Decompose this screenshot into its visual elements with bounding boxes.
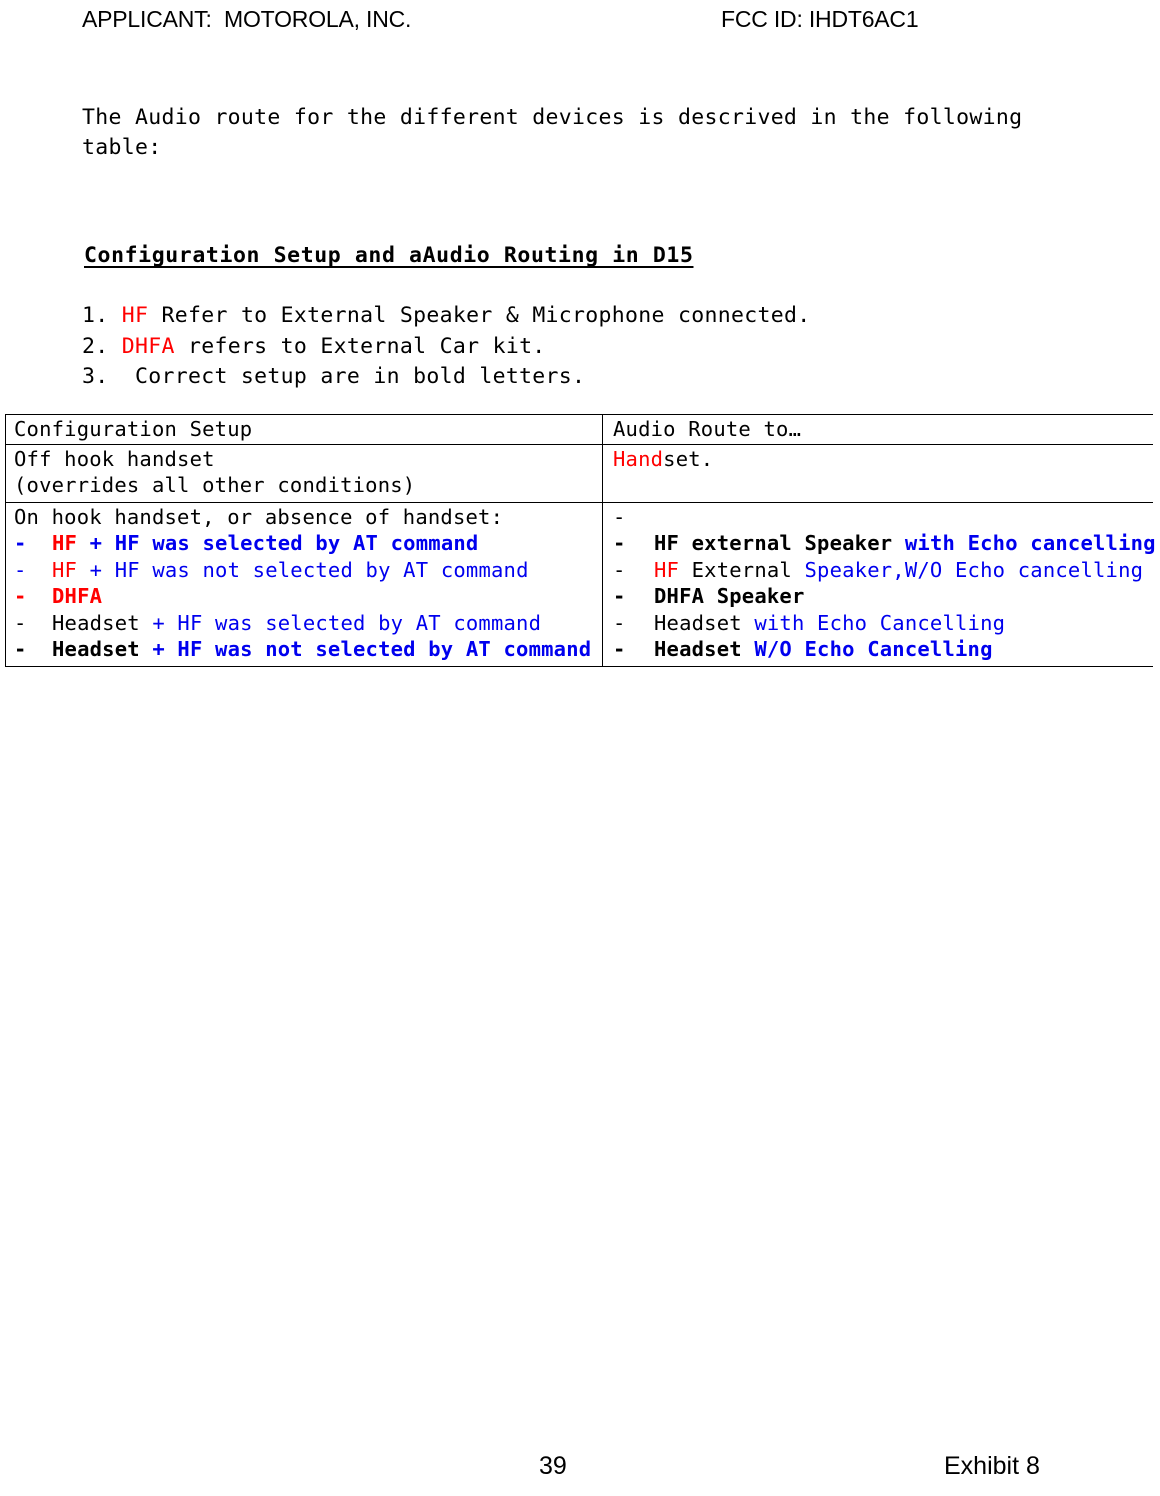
bullet-text-segment: W/O Echo Cancelling: [741, 637, 993, 661]
bullet-dash-icon: -: [613, 584, 626, 608]
bullet-dash-icon: -: [613, 557, 626, 582]
note-item: 2. DHFA refers to External Car kit.: [82, 332, 810, 363]
bullet-text-segment: Headset: [654, 637, 742, 661]
note-item: 3. Correct setup are in bold letters.: [82, 362, 810, 393]
bullet-text-segment: HF: [52, 557, 78, 582]
bullet-dash-icon: -: [613, 637, 626, 661]
note-text: Refer to External Speaker & Microphone c…: [148, 303, 811, 328]
intro-paragraph: The Audio route for the different device…: [82, 105, 1036, 160]
page-header: APPLICANT: MOTOROLA, INC. FCC ID: IHDT6A…: [0, 6, 1160, 42]
bullet-text-segment: with Echo cancelling: [892, 531, 1156, 555]
bullet-item: - Headset with Echo Cancelling: [613, 610, 1153, 637]
bullet-text-segment: HF: [52, 531, 78, 555]
offhook-line-1: Off hook handset: [14, 446, 215, 471]
note-number: 1.: [82, 303, 122, 328]
onhook-configuration-bullets: - HF + HF was selected by AT command - HF +…: [14, 530, 602, 663]
note-text: Correct setup are in bold letters.: [121, 364, 586, 389]
table-header-row: Configuration Setup Audio Route to…: [5, 414, 1153, 445]
bullet-text-segment: + HF was selected by AT command: [77, 531, 479, 555]
bullet-item: -: [613, 504, 1153, 531]
bullet-text-segment: DHFA: [52, 584, 103, 608]
bullet-dash-icon: -: [14, 610, 27, 635]
note-keyword: HF: [121, 303, 149, 328]
bullet-text-segment: + HF was not selected by AT command: [139, 637, 592, 661]
offhook-route-cell: Handset.: [602, 443, 1153, 503]
bullet-text-segment: HF: [654, 557, 680, 582]
bullet-dash-icon: -: [14, 557, 27, 582]
bullet-text-segment: + HF was not selected by AT command: [77, 557, 529, 582]
offhook-configuration-cell: Off hook handset (overrides all other co…: [5, 443, 603, 503]
note-number: 2.: [82, 333, 122, 359]
bullet-dash-icon: -: [14, 584, 27, 608]
bullet-text-segment: + HF was selected by AT command: [139, 610, 542, 635]
bullet-text-segment: Headset: [52, 637, 140, 661]
audio-routing-table: Configuration Setup Audio Route to… Off …: [5, 414, 1156, 667]
bullet-item: - Headset + HF was selected by AT command: [14, 610, 602, 637]
page-footer: 39 Exhibit 8: [0, 1452, 1160, 1492]
bullet-item: - HF + HF was selected by AT command: [14, 530, 602, 557]
offhook-route-text: Handset.: [613, 446, 1153, 473]
onhook-route-cell: - - HF external Speaker with Echo cancelli…: [602, 501, 1156, 667]
note-keyword: DHFA: [121, 333, 175, 359]
bullet-text-segment: Headset: [52, 610, 140, 635]
bullet-item: - HF external Speaker with Echo cancellin…: [613, 530, 1156, 557]
bullet-text-segment: Headset: [654, 610, 742, 635]
section-heading: Configuration Setup and aAudio Routing i…: [84, 243, 694, 268]
bullet-item: - Headset + HF was not selected by AT com…: [14, 636, 602, 663]
note-number: 3.: [82, 364, 122, 389]
bullet-dash-icon: -: [14, 531, 27, 555]
bullet-text-segment: DHFA Speaker: [654, 584, 805, 608]
onhook-configuration-cell: On hook handset, or absence of handset: …: [5, 501, 603, 667]
applicant-label: APPLICANT: MOTOROLA, INC.: [82, 6, 412, 32]
bullet-item: - HF External Speaker,W/O Echo cancelling: [613, 557, 1153, 584]
fcc-id-label: FCC ID: IHDT6AC1: [721, 6, 919, 32]
onhook-intro-line: On hook handset, or absence of handset:: [14, 504, 504, 529]
table-row: Off hook handset (overrides all other co…: [5, 443, 1153, 503]
note-item: 1. HF Refer to External Speaker & Microp…: [82, 301, 810, 332]
offhook-line-2: (overrides all other conditions): [14, 473, 416, 497]
bullet-dash-icon: -: [14, 637, 27, 661]
bullet-text-segment: Speaker,W/O Echo cancelling: [804, 557, 1144, 582]
column-header-audio-route: Audio Route to…: [613, 417, 802, 441]
offhook-route-red: Hand: [613, 446, 664, 471]
note-text: refers to External Car kit.: [174, 333, 546, 359]
bullet-item: - DHFA: [14, 583, 602, 610]
bullet-dash-icon: -: [613, 610, 626, 635]
column-header-configuration-setup: Configuration Setup: [14, 417, 253, 441]
bullet-item: - HF + HF was not selected by AT command: [14, 557, 602, 584]
table-header-cell-left: Configuration Setup: [5, 414, 603, 445]
table-row: On hook handset, or absence of handset: …: [5, 501, 1156, 667]
bullet-text-segment: External: [679, 557, 805, 582]
offhook-route-black: set.: [663, 446, 714, 471]
bullet-item: - DHFA Speaker: [613, 583, 1153, 610]
onhook-route-bullets: - - HF external Speaker with Echo cancelli…: [613, 504, 1156, 663]
table-header-cell-right: Audio Route to…: [602, 414, 1153, 445]
exhibit-label: Exhibit 8: [944, 1452, 1040, 1480]
notes-list: 1. HF Refer to External Speaker & Microp…: [82, 301, 810, 393]
bullet-dash-icon: -: [613, 504, 626, 529]
bullet-dash-icon: -: [613, 531, 626, 555]
page-number: 39: [539, 1452, 567, 1480]
bullet-text-segment: with Echo Cancelling: [741, 610, 1006, 635]
bullet-text-segment: HF external Speaker: [654, 531, 893, 555]
bullet-item: - Headset W/O Echo Cancelling: [613, 636, 1153, 663]
